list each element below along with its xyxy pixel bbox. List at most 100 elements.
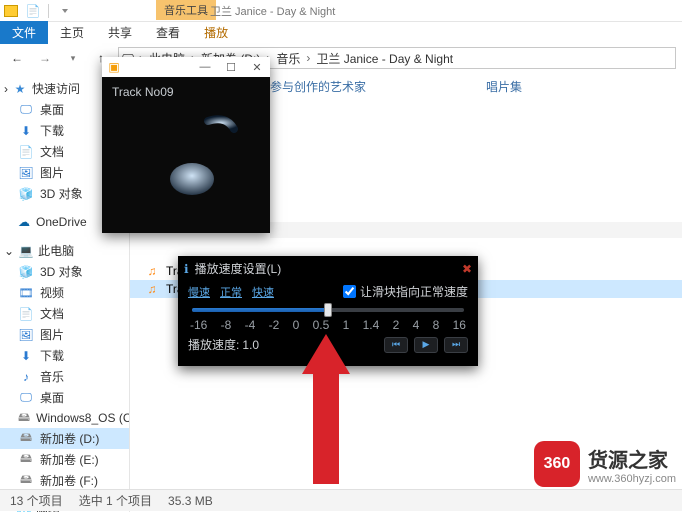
nav-item-3dobjects[interactable]: 🧊 3D 对象 [0, 261, 129, 282]
nav-label: 桌面 [40, 389, 64, 406]
wmp-logo-icon: ▣ [106, 59, 122, 75]
video-icon: 🎞 [18, 285, 34, 301]
star-icon: ★ [12, 81, 28, 97]
column-header-album[interactable]: 唱片集 [486, 78, 522, 95]
nav-label: Windows8_OS (C:) [36, 411, 130, 425]
nav-item-drive-c[interactable]: 🖴 Windows8_OS (C:) [0, 408, 129, 428]
snap-checkbox-input[interactable] [343, 285, 356, 298]
nav-item-music[interactable]: ♪ 音乐 [0, 366, 129, 387]
ribbon-tab-share[interactable]: 共享 [96, 21, 144, 44]
nav-forward-button[interactable]: → [34, 47, 56, 69]
nav-item-drive-e[interactable]: 🖴新加卷 (E:) [0, 449, 129, 470]
nav-label: 新加卷 (D:) [40, 430, 99, 447]
status-selection: 选中 1 个项目 [79, 492, 152, 509]
media-player-window[interactable]: ▣ — ☐ ✕ Track No09 [102, 57, 270, 233]
speed-preset-slow[interactable]: 慢速 [188, 284, 210, 300]
window-title: 卫兰 Janice - Day & Night [210, 3, 335, 19]
nav-label: 图片 [40, 326, 64, 343]
nav-item-downloads[interactable]: ⬇ 下载 [0, 345, 129, 366]
now-playing-track-label: Track No09 [102, 77, 270, 107]
nav-recent-dropdown[interactable]: ▾ [62, 47, 84, 69]
dialog-close-button[interactable]: ✖ [462, 262, 472, 276]
media-player-titlebar[interactable]: ▣ — ☐ ✕ [102, 57, 270, 77]
cube-icon: 🧊 [18, 186, 34, 202]
close-button[interactable]: ✕ [244, 61, 270, 74]
nav-label: 文档 [40, 143, 64, 160]
status-size: 35.3 MB [168, 494, 213, 508]
watermark: 360 货源之家 www.360hyzj.com [534, 441, 676, 487]
snap-checkbox[interactable]: 让滑块指向正常速度 [343, 283, 468, 300]
nav-item-documents[interactable]: 📄 文档 [0, 303, 129, 324]
dialog-title: 播放速度设置(L) [195, 260, 282, 277]
nav-item-pictures[interactable]: 🖼 图片 [0, 324, 129, 345]
next-button[interactable]: ⏭ [444, 337, 468, 353]
pictures-icon: 🖼 [18, 165, 34, 181]
maximize-button[interactable]: ☐ [218, 61, 244, 74]
list-hover-band [270, 222, 682, 238]
nav-label: 3D 对象 [40, 263, 83, 280]
pictures-icon: 🖼 [18, 327, 34, 343]
previous-button[interactable]: ⏮ [384, 337, 408, 353]
nav-back-button[interactable]: ← [6, 47, 28, 69]
nav-item-videos[interactable]: 🎞 视频 [0, 282, 129, 303]
drive-icon: 🖴 [18, 473, 34, 489]
ribbon-tabs: 文件 主页 共享 查看 播放 [0, 22, 682, 44]
ribbon-contextual-group: 音乐工具 [156, 0, 216, 20]
nav-label: 新加卷 (E:) [40, 451, 99, 468]
ribbon-tab-play[interactable]: 播放 [192, 21, 240, 44]
audio-file-icon: ♫ [144, 281, 160, 297]
speed-slider[interactable] [178, 302, 478, 314]
watermark-title: 货源之家 [588, 444, 668, 473]
nav-label: 文档 [40, 305, 64, 322]
download-icon: ⬇ [18, 123, 34, 139]
ribbon-tab-home[interactable]: 主页 [48, 21, 96, 44]
nav-this-pc[interactable]: ⌄💻此电脑 [0, 240, 129, 261]
nav-label: 新加卷 (F:) [40, 472, 98, 489]
nav-label: 下载 [40, 347, 64, 364]
nav-label: 3D 对象 [40, 185, 83, 202]
cloud-icon: ☁ [16, 214, 32, 230]
current-speed-label: 播放速度: 1.0 [188, 336, 259, 353]
nav-label: 快速访问 [32, 80, 80, 97]
nav-label: 桌面 [40, 101, 64, 118]
nav-label: 图片 [40, 164, 64, 181]
qat-properties-icon[interactable]: 📄 [22, 4, 44, 18]
ribbon-tab-view[interactable]: 查看 [144, 21, 192, 44]
nav-item-drive-d[interactable]: 🖴 新加卷 (D:) [0, 428, 129, 449]
nav-item-desktop[interactable]: 🖵桌面 [0, 387, 129, 408]
status-bar: 13 个项目 选中 1 个项目 35.3 MB [0, 489, 682, 511]
watermark-url: www.360hyzj.com [588, 473, 676, 485]
column-header-artist[interactable]: 参与创作的艺术家 [270, 78, 366, 95]
chevron-right-icon[interactable]: › [304, 51, 312, 65]
nav-label: 音乐 [40, 368, 64, 385]
pc-icon: 💻 [18, 243, 34, 259]
speed-preset-fast[interactable]: 快速 [252, 284, 274, 300]
drive-icon: 🖴 [18, 431, 34, 447]
download-icon: ⬇ [18, 348, 34, 364]
nav-item-drive-f[interactable]: 🖴 新加卷 (F:) [0, 470, 129, 491]
slider-thumb[interactable] [324, 303, 332, 317]
window-titlebar: 📄 [0, 0, 682, 22]
breadcrumb-segment[interactable]: 音乐 [272, 50, 304, 67]
audio-file-icon: ♫ [144, 263, 160, 279]
qat-customize[interactable] [53, 9, 75, 13]
playback-controls: ⏮ ▶ ⏭ [384, 337, 468, 353]
music-icon: ♪ [18, 369, 34, 385]
desktop-icon: 🖵 [18, 102, 34, 118]
minimize-button[interactable]: — [192, 61, 218, 73]
document-icon: 📄 [18, 144, 34, 160]
app-icon [0, 5, 22, 17]
speed-preset-normal[interactable]: 正常 [220, 284, 242, 300]
nav-label: 视频 [40, 284, 64, 301]
drive-icon: 🖴 [18, 410, 30, 426]
snap-checkbox-label: 让滑块指向正常速度 [360, 283, 468, 300]
info-icon: ℹ [184, 262, 189, 276]
status-item-count: 13 个项目 [10, 492, 63, 509]
document-icon: 📄 [18, 306, 34, 322]
annotation-arrow [304, 334, 348, 484]
breadcrumb-segment[interactable]: 卫兰 Janice - Day & Night [312, 50, 457, 67]
play-button[interactable]: ▶ [414, 337, 438, 353]
cube-icon: 🧊 [18, 264, 34, 280]
nav-label: OneDrive [36, 215, 87, 229]
ribbon-file-tab[interactable]: 文件 [0, 21, 48, 44]
